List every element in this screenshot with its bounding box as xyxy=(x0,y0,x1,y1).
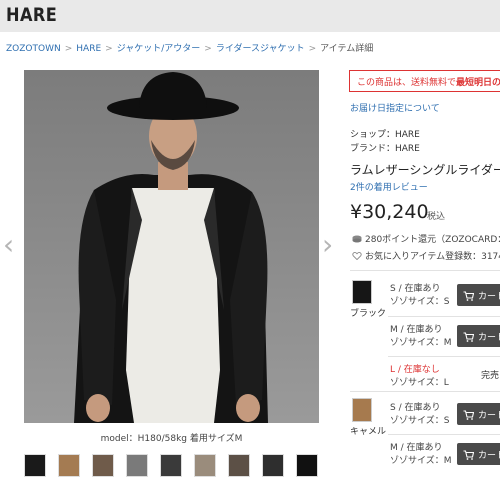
add-to-cart-button[interactable]: カート xyxy=(457,284,500,306)
chevron-right-icon[interactable]: › xyxy=(322,228,333,261)
breadcrumb-separator: > xyxy=(204,44,212,54)
cart-button-label: カート xyxy=(478,292,500,302)
stock-status-soldout: L / 在庫なし xyxy=(390,365,440,375)
cart-button-label: カート xyxy=(478,411,500,421)
chevron-left-icon[interactable]: ‹ xyxy=(3,228,14,261)
thumbnail-image[interactable] xyxy=(24,454,46,477)
add-to-cart-button[interactable]: カート xyxy=(457,325,500,347)
heart-icon[interactable] xyxy=(352,252,362,260)
tax-label: 税込 xyxy=(427,212,446,222)
thumbnail-image[interactable] xyxy=(126,454,148,477)
zozo-size: ゾゾサイズ：S xyxy=(390,297,450,307)
divider xyxy=(388,434,500,435)
soldout-label: 完売 xyxy=(481,371,500,381)
review-link[interactable]: 2件の着用レビュー xyxy=(350,180,428,193)
stock-status: S / 在庫あり xyxy=(390,403,441,413)
stock-status: S / 在庫あり xyxy=(390,284,441,294)
model-photo xyxy=(24,70,319,423)
thumbnail-image[interactable] xyxy=(194,454,216,477)
delivery-date-link[interactable]: お届け日指定について xyxy=(350,101,440,114)
product-title: ラムレザーシングルライダース xyxy=(350,163,500,177)
breadcrumb-separator: > xyxy=(308,44,317,54)
stock-status: M / 在庫あり xyxy=(390,443,443,453)
notice-text: この商品は、送料無料で xyxy=(357,78,457,88)
cart-button-label: カート xyxy=(478,333,500,343)
breadcrumb-link[interactable]: ジャケット/アウター xyxy=(117,44,201,54)
thumbnail-image[interactable] xyxy=(92,454,114,477)
favorites-info: お気に入りアイテム登録数：3174 xyxy=(352,249,500,262)
color-name: ブラック xyxy=(350,309,387,319)
zozo-size: ゾゾサイズ：S xyxy=(390,416,450,426)
add-to-cart-button[interactable]: カート xyxy=(457,443,500,465)
favorites-text: お気に入りアイテム登録数：3174 xyxy=(365,252,500,262)
product-main-image xyxy=(24,70,319,423)
thumbnail-image[interactable] xyxy=(228,454,250,477)
cart-icon xyxy=(463,410,475,420)
coin-icon xyxy=(352,235,362,243)
color-swatch-camel[interactable] xyxy=(352,398,372,422)
cart-icon xyxy=(463,291,475,301)
divider xyxy=(388,356,500,357)
thumbnail-image[interactable] xyxy=(58,454,80,477)
stock-status: M / 在庫あり xyxy=(390,325,443,335)
model-caption: model：H180/58kg 着用サイズM xyxy=(100,434,243,444)
zozo-size: ゾゾサイズ：M xyxy=(390,338,452,348)
add-to-cart-button[interactable]: カート xyxy=(457,403,500,425)
breadcrumb-current: アイテム詳細 xyxy=(320,44,374,54)
breadcrumb: ZOZOTOWN > HARE > ジャケット/アウター > ライダースジャケット > アイテム… xyxy=(6,41,373,54)
breadcrumb-link[interactable]: ライダースジャケット xyxy=(216,44,305,54)
thumbnail-strip xyxy=(24,454,324,477)
cart-icon xyxy=(463,332,475,342)
thumbnail-image[interactable] xyxy=(160,454,182,477)
color-name: キャメル xyxy=(350,427,387,437)
thumbnail-image[interactable] xyxy=(296,454,318,477)
breadcrumb-link[interactable]: HARE xyxy=(76,44,101,54)
points-info: 280ポイント還元（ZOZOCARD： xyxy=(352,232,500,245)
divider xyxy=(350,391,500,392)
shop-name[interactable]: ショップ：HARE xyxy=(350,127,420,140)
site-header: HARE xyxy=(0,0,500,32)
brand-logo[interactable]: HARE xyxy=(6,4,57,26)
cart-button-label: カート xyxy=(478,451,500,461)
notice-bold-text: 最短明日のお xyxy=(456,78,500,88)
divider xyxy=(388,316,500,317)
brand-name[interactable]: ブランド：HARE xyxy=(350,141,420,154)
points-text: 280ポイント還元（ZOZOCARD： xyxy=(365,235,500,245)
cart-icon xyxy=(463,450,475,460)
thumbnail-image[interactable] xyxy=(262,454,284,477)
zozo-size: ゾゾサイズ：L xyxy=(390,378,449,388)
breadcrumb-separator: > xyxy=(105,44,113,54)
breadcrumb-separator: > xyxy=(64,44,73,54)
zozo-size: ゾゾサイズ：M xyxy=(390,456,452,466)
divider xyxy=(350,270,500,271)
shipping-notice: この商品は、送料無料で最短明日のお xyxy=(349,70,500,92)
color-swatch-black[interactable] xyxy=(352,280,372,304)
product-price: ¥30,240 xyxy=(350,201,429,223)
breadcrumb-link[interactable]: ZOZOTOWN xyxy=(6,44,61,54)
